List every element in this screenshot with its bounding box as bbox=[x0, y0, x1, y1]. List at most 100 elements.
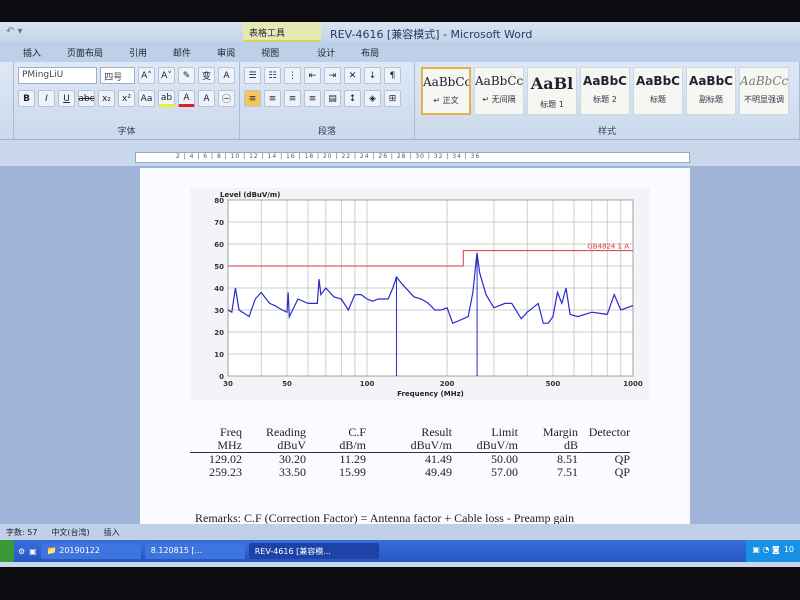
increase-indent-icon[interactable]: ⇥ bbox=[324, 67, 341, 84]
font-name-combo[interactable]: PMingLiU bbox=[18, 67, 98, 84]
y-axis-label: Level (dBuV/m) bbox=[220, 191, 280, 199]
tab-references[interactable]: 引用 bbox=[116, 46, 160, 59]
show-marks-icon[interactable]: ¶ bbox=[384, 67, 401, 84]
tab-design[interactable]: 设计 bbox=[304, 46, 348, 59]
font-group-label: 字体 bbox=[117, 127, 136, 137]
style-preview: AaBbCc bbox=[740, 74, 788, 88]
style-preview: AaBbCcI bbox=[475, 74, 523, 88]
table-cell: 57.00 bbox=[491, 465, 518, 479]
style-item[interactable]: AaBbC 标题 2 bbox=[580, 67, 630, 115]
style-item[interactable]: AaBbC 标题 bbox=[633, 67, 683, 115]
sort-icon[interactable]: ↓ bbox=[364, 67, 381, 84]
taskbar-item-folder[interactable]: 📁 20190122 bbox=[40, 543, 141, 559]
app-icon[interactable]: ⚙ bbox=[18, 547, 25, 556]
decrease-indent-icon[interactable]: ⇤ bbox=[304, 67, 321, 84]
table-cell: 49.49 bbox=[425, 465, 452, 479]
word-count[interactable]: 字数: 57 bbox=[6, 527, 37, 537]
word-window: ↶ ▾ 表格工具 REV-4616 [兼容模式] - Microsoft Wor… bbox=[0, 22, 800, 567]
horizontal-ruler[interactable]: 2 | 4 | 6 | 8 | 10 | 12 | 14 | 16 | 18 |… bbox=[135, 152, 690, 163]
style-preview: AaBbCcI bbox=[423, 75, 469, 89]
enclose-char-icon[interactable]: ㊀ bbox=[218, 90, 235, 107]
phonetic-icon[interactable]: 变 bbox=[198, 67, 215, 84]
highlight-icon[interactable]: ab bbox=[158, 90, 175, 107]
language-indicator[interactable]: 中文(台湾) bbox=[51, 527, 89, 537]
style-item[interactable]: AaBbCcI ↵ 无间隔 bbox=[474, 67, 524, 115]
justify-icon[interactable]: ≡ bbox=[304, 90, 321, 107]
x-tick-label: 100 bbox=[360, 380, 375, 388]
align-left-icon[interactable]: ≡ bbox=[244, 90, 261, 107]
x-axis-label: Frequency (MHz) bbox=[397, 390, 464, 398]
style-preview: AaBbC bbox=[636, 74, 680, 88]
superscript-icon[interactable]: x² bbox=[118, 90, 135, 107]
numbering-icon[interactable]: ☷ bbox=[264, 67, 281, 84]
distributed-icon[interactable]: ▤ bbox=[324, 90, 341, 107]
column-header: Detector bbox=[588, 425, 630, 439]
y-tick-label: 20 bbox=[214, 329, 224, 337]
start-button[interactable] bbox=[0, 540, 14, 562]
style-preview: AaBbC bbox=[689, 74, 733, 88]
y-tick-label: 30 bbox=[214, 307, 224, 315]
system-tray: ▣ ◔ ◙ 10 bbox=[746, 540, 800, 562]
style-item[interactable]: AaBbCcI ↵ 正文 bbox=[421, 67, 471, 115]
table-cell: QP bbox=[614, 465, 630, 479]
subscript-icon[interactable]: x₂ bbox=[98, 90, 115, 107]
tray-icons[interactable]: ▣ ◔ ◙ bbox=[752, 545, 779, 557]
insert-mode[interactable]: 插入 bbox=[104, 527, 120, 537]
taskbar-label: REV-4616 [兼容模... bbox=[254, 547, 331, 556]
style-item[interactable]: AaBbCc 不明显强调 bbox=[739, 67, 789, 115]
font-group: PMingLiU 四号 A˄ A˅ ✎ 变 A B I U abc x₂ x² … bbox=[14, 62, 240, 139]
y-tick-label: 40 bbox=[214, 285, 224, 293]
tab-layout[interactable]: 布局 bbox=[348, 46, 392, 59]
style-name: 副标题 bbox=[699, 95, 723, 104]
taskbar-item-app[interactable]: 8.120815 [... bbox=[144, 543, 245, 559]
paragraph-group: ☰ ☷ ⋮ ⇤ ⇥ ✕ ↓ ¶ ≡ ≡ ≡ ≡ ▤ ↕ ◈ ⊞ 段落 bbox=[240, 62, 415, 139]
shrink-font-icon[interactable]: A˅ bbox=[158, 67, 175, 84]
align-right-icon[interactable]: ≡ bbox=[284, 90, 301, 107]
limit-label: GB4824 1 A bbox=[587, 243, 629, 251]
y-tick-label: 50 bbox=[214, 263, 224, 271]
tab-page-layout[interactable]: 页面布局 bbox=[54, 46, 116, 59]
style-item[interactable]: AaBbC 副标题 bbox=[686, 67, 736, 115]
change-case-icon[interactable]: Aa bbox=[138, 90, 155, 107]
asian-layout-icon[interactable]: ✕ bbox=[344, 67, 361, 84]
shading-icon[interactable]: ◈ bbox=[364, 90, 381, 107]
x-tick-label: 50 bbox=[282, 380, 292, 388]
tab-insert[interactable]: 插入 bbox=[10, 46, 54, 59]
style-name: 标题 2 bbox=[593, 95, 617, 104]
app-icon[interactable]: ▣ bbox=[29, 547, 37, 556]
line-spacing-icon[interactable]: ↕ bbox=[344, 90, 361, 107]
char-shading-icon[interactable]: A bbox=[198, 90, 215, 107]
quick-access-toolbar[interactable]: ↶ ▾ bbox=[6, 26, 23, 37]
y-tick-label: 60 bbox=[214, 241, 224, 249]
strikethrough-icon[interactable]: abc bbox=[78, 90, 95, 107]
clipboard-group-edge bbox=[0, 62, 14, 139]
document-page[interactable]: 0 10 20 30 40 50 60 70 80 30 50 100 200 500 1000 Level … bbox=[140, 168, 690, 543]
borders-icon[interactable]: ⊞ bbox=[384, 90, 401, 107]
style-item[interactable]: AaBl 标题 1 bbox=[527, 67, 577, 115]
x-tick-label: 1000 bbox=[623, 380, 643, 388]
tab-review[interactable]: 审阅 bbox=[204, 46, 248, 59]
style-name: 标题 1 bbox=[540, 100, 564, 109]
multilevel-list-icon[interactable]: ⋮ bbox=[284, 67, 301, 84]
align-center-icon[interactable]: ≡ bbox=[264, 90, 281, 107]
bold-icon[interactable]: B bbox=[18, 90, 35, 107]
char-border-icon[interactable]: A bbox=[218, 67, 235, 84]
italic-icon[interactable]: I bbox=[38, 90, 55, 107]
y-tick-label: 10 bbox=[214, 351, 224, 359]
table-tools-context-tab: 表格工具 bbox=[243, 22, 321, 42]
paragraph-group-label: 段落 bbox=[317, 127, 336, 137]
table-cell: 259.23 bbox=[209, 465, 242, 479]
table-cell: 33.50 bbox=[279, 465, 306, 479]
taskbar-item-word[interactable]: REV-4616 [兼容模... bbox=[248, 543, 379, 559]
grow-font-icon[interactable]: A˄ bbox=[138, 67, 155, 84]
font-size-combo[interactable]: 四号 bbox=[100, 67, 135, 84]
font-color-icon[interactable]: A bbox=[178, 90, 195, 107]
column-unit: dBuV/m bbox=[410, 438, 452, 452]
underline-icon[interactable]: U bbox=[58, 90, 75, 107]
tab-mailings[interactable]: 邮件 bbox=[160, 46, 204, 59]
bullets-icon[interactable]: ☰ bbox=[244, 67, 261, 84]
column-unit: dB bbox=[563, 438, 578, 452]
clear-format-icon[interactable]: ✎ bbox=[178, 67, 195, 84]
column-unit bbox=[578, 439, 630, 452]
tab-view[interactable]: 视图 bbox=[248, 46, 292, 59]
